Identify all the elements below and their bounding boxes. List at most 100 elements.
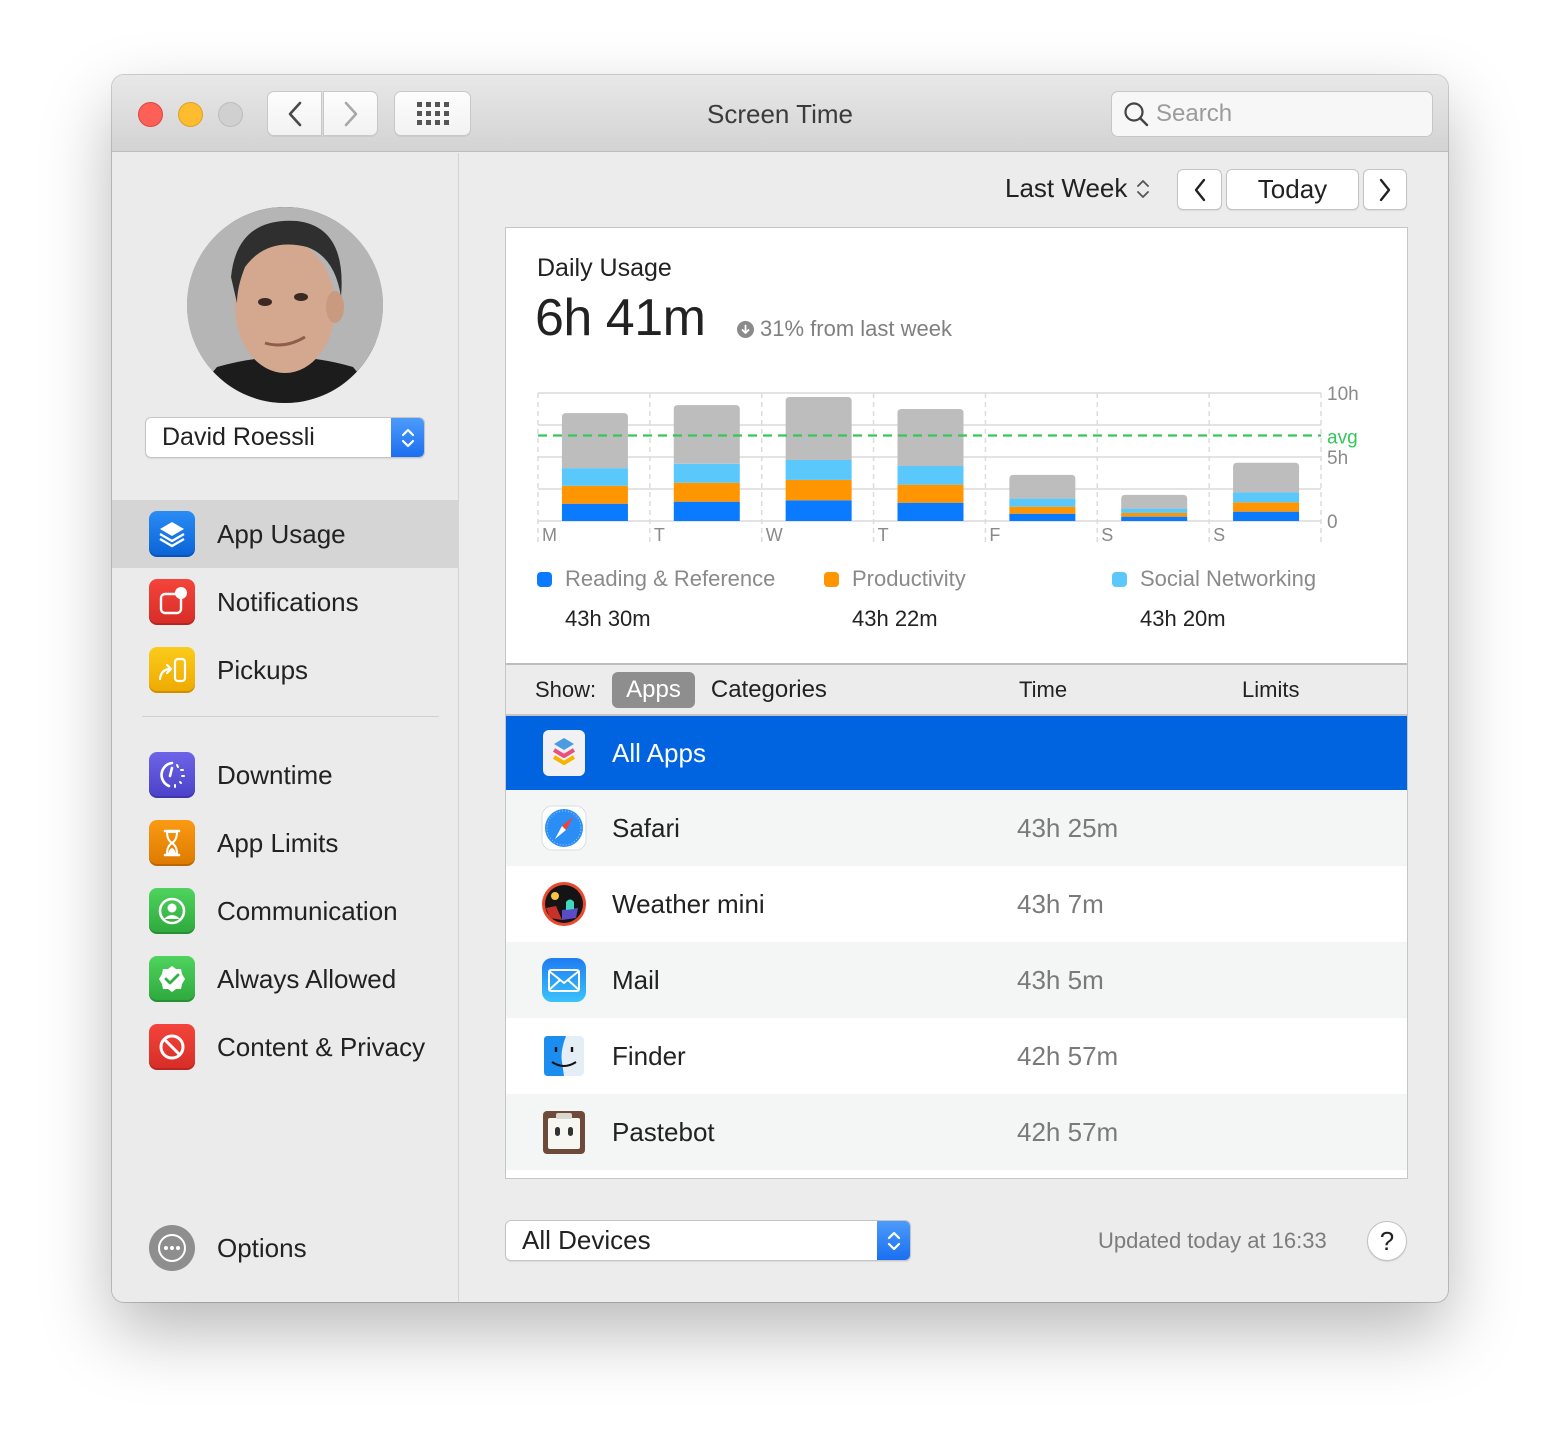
devices-select[interactable]: All Devices: [505, 1220, 911, 1261]
app-name: Safari: [612, 812, 680, 843]
bar-segment-productivity: [785, 479, 852, 501]
sidebar-item-always-allowed[interactable]: Always Allowed: [112, 945, 459, 1013]
user-select[interactable]: David Roessli: [145, 417, 425, 458]
notification-badge-icon: [149, 579, 195, 625]
next-period-button[interactable]: [1363, 169, 1407, 210]
period-select[interactable]: Last Week: [1005, 173, 1151, 204]
sidebar-item-communication[interactable]: Communication: [112, 877, 459, 945]
y-tick-label: 5h: [1327, 448, 1348, 469]
finder-icon: [540, 1032, 588, 1080]
tab-categories[interactable]: Categories: [711, 676, 827, 704]
bar-segment-productivity: [561, 485, 628, 504]
hourglass-icon: [149, 820, 195, 866]
legend-item: Social Networking 43h 20m: [1112, 566, 1316, 632]
bar-segment-other: [785, 396, 852, 460]
bar-segment-social-networking: [897, 465, 964, 485]
zoom-button[interactable]: [218, 102, 243, 127]
legend-item: Reading & Reference 43h 30m: [537, 566, 775, 632]
usage-panel: Daily Usage 6h 41m 31% from last week M T…: [505, 227, 1408, 1179]
sidebar-item-notifications[interactable]: Notifications: [112, 568, 459, 636]
bar-segment-social-networking: [561, 468, 628, 486]
sidebar-item-pickups[interactable]: Pickups: [112, 636, 459, 704]
sidebar-item-label: Pickups: [217, 654, 309, 685]
minimize-button[interactable]: [178, 102, 203, 127]
forward-button[interactable]: [323, 91, 378, 136]
app-time: 42h 57m: [1017, 1116, 1119, 1147]
bar-segment-other: [897, 409, 964, 466]
sidebar-item-app-limits[interactable]: App Limits: [112, 809, 459, 877]
bar-segment-reading-reference: [785, 500, 852, 521]
tab-apps[interactable]: Apps: [612, 671, 695, 708]
legend-swatch: [537, 571, 552, 587]
person-circle-icon: [149, 888, 195, 934]
chevron-right-icon: [344, 101, 357, 126]
previous-period-button[interactable]: [1177, 169, 1222, 210]
devices-select-stepper[interactable]: [877, 1221, 910, 1260]
app-time: 43h 25m: [1017, 812, 1119, 843]
user-avatar[interactable]: [187, 207, 383, 403]
app-time: 43h 5m: [1017, 964, 1104, 995]
help-button[interactable]: ?: [1367, 1221, 1407, 1261]
search-icon: [1124, 102, 1149, 127]
options-button[interactable]: Options: [112, 1214, 459, 1282]
legend-swatch: [824, 571, 839, 587]
pastebot-icon: [540, 1108, 588, 1156]
sidebar-item-downtime[interactable]: Downtime: [112, 741, 459, 809]
search-field[interactable]: [1111, 91, 1433, 137]
app-row-finder[interactable]: Finder 42h 57m: [506, 1018, 1407, 1094]
bar-segment-reading-reference: [673, 501, 740, 521]
bar-segment-other: [561, 413, 628, 469]
legend-total: 43h 22m: [852, 606, 938, 631]
x-tick-label: F: [989, 525, 1000, 543]
sidebar-item-content-privacy[interactable]: Content & Privacy: [112, 1013, 459, 1081]
bar-segment-reading-reference: [1233, 511, 1300, 521]
legend-total: 43h 30m: [565, 606, 651, 631]
avatar-photo: [187, 207, 383, 403]
summary-change-text: 31% from last week: [760, 316, 952, 341]
chevron-left-icon: [288, 101, 301, 126]
back-button[interactable]: [267, 91, 322, 136]
legend-name: Reading & Reference: [565, 566, 776, 591]
app-row-all-apps[interactable]: All Apps: [506, 716, 1407, 790]
app-list: All Apps Safari 43h 25m Weather mini 43h…: [506, 716, 1407, 1170]
bar-segment-social-networking: [1009, 498, 1076, 507]
legend-name: Productivity: [852, 566, 966, 591]
column-header-limits[interactable]: Limits: [1242, 677, 1299, 703]
user-select-stepper[interactable]: [391, 418, 424, 457]
summary-value: 6h 41m: [535, 289, 706, 347]
sidebar-item-label: App Usage: [217, 518, 346, 549]
x-tick-label: S: [1101, 525, 1113, 543]
mail-icon: [540, 956, 588, 1004]
app-row-safari[interactable]: Safari 43h 25m: [506, 790, 1407, 866]
app-time: 43h 7m: [1017, 888, 1104, 919]
app-name: Weather mini: [612, 888, 765, 919]
app-row-mail[interactable]: Mail 43h 5m: [506, 942, 1407, 1018]
show-all-button[interactable]: [394, 91, 471, 136]
sidebar-item-app-usage[interactable]: App Usage: [112, 500, 459, 568]
up-down-chevron-icon: [887, 1231, 900, 1250]
close-button[interactable]: [138, 102, 163, 127]
average-label: avg: [1327, 427, 1358, 448]
search-input[interactable]: [1156, 100, 1416, 128]
up-down-chevron-icon: [1137, 179, 1150, 198]
bar-segment-social-networking: [1233, 492, 1300, 503]
screen-time-window: Screen Time David Roessli: [112, 75, 1448, 1302]
safari-icon: [540, 804, 588, 852]
bar-segment-social-networking: [673, 463, 740, 483]
column-header-time[interactable]: Time: [1019, 677, 1067, 703]
checkmark-seal-icon: [149, 956, 195, 1002]
app-row-pastebot[interactable]: Pastebot 42h 57m: [506, 1094, 1407, 1170]
today-button[interactable]: Today: [1226, 169, 1359, 210]
bar-segment-productivity: [1121, 512, 1188, 517]
bar-segment-productivity: [1233, 502, 1300, 512]
sidebar-item-label: Communication: [217, 895, 398, 926]
layers-icon: [149, 511, 195, 557]
app-row-weather-mini[interactable]: Weather mini 43h 7m: [506, 866, 1407, 942]
downtime-clock-icon: [149, 752, 195, 798]
chevron-right-icon: [1379, 178, 1391, 201]
app-name: All Apps: [612, 737, 706, 768]
sidebar-item-label: Notifications: [217, 586, 359, 617]
x-tick-label: T: [878, 525, 889, 543]
y-tick-label: 0: [1327, 512, 1338, 533]
title-bar: Screen Time: [112, 75, 1448, 152]
